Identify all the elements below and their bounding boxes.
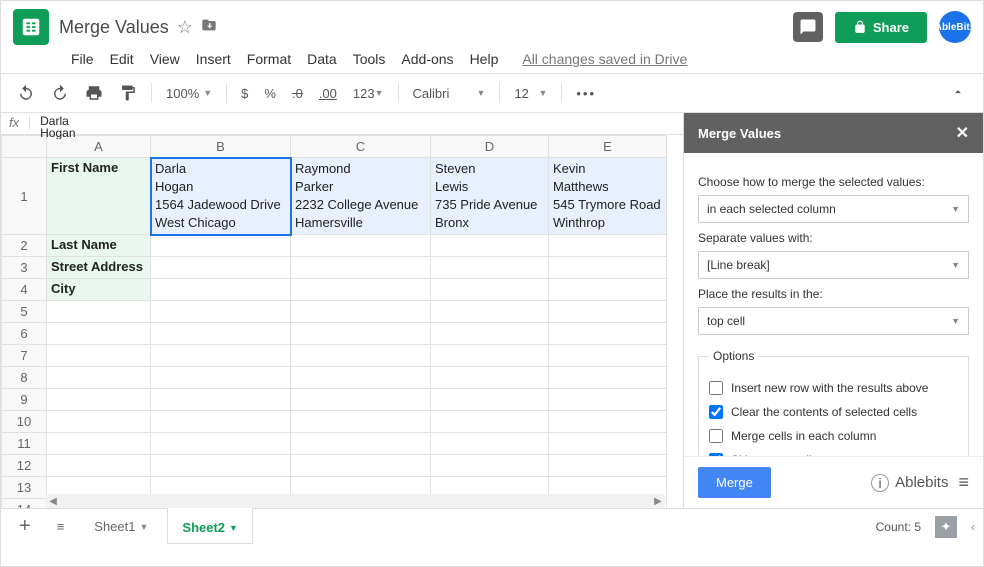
comments-button[interactable] [793,12,823,42]
format-percent[interactable]: % [258,82,282,105]
cell-b1[interactable]: Darla Hogan 1564 Jadewood Drive West Chi… [151,158,291,235]
cell-a4[interactable]: City [47,279,151,301]
format-currency[interactable]: $ [235,82,254,105]
sidebar-title: Merge Values [698,126,781,141]
opt-merge-cells[interactable]: Merge cells in each column [709,429,958,443]
sidebar-menu-icon[interactable]: ≡ [958,472,969,493]
menu-help[interactable]: Help [470,51,499,67]
cell-c3[interactable] [291,257,431,279]
merge-direction-select[interactable]: in each selected column▼ [698,195,969,223]
tab-sheet2[interactable]: Sheet2▼ [168,510,252,543]
menu-file[interactable]: File [71,51,94,67]
separator-select[interactable]: [Line break]▼ [698,251,969,279]
choose-label: Choose how to merge the selected values: [698,175,969,189]
scroll-left-icon[interactable]: ◀ [46,496,60,507]
formula-input[interactable]: Darla Hogan [40,115,75,139]
cell-e1[interactable]: Kevin Matthews 545 Trymore Road Winthrop [549,158,667,235]
paint-format-button[interactable] [113,80,143,106]
cell-c4[interactable] [291,279,431,301]
merge-values-sidebar: Merge Values ✕ Choose how to merge the s… [683,113,983,508]
merge-button[interactable]: Merge [698,467,771,498]
cell-d2[interactable] [431,235,549,257]
font-family-select[interactable]: Calibri▼ [407,84,492,103]
doc-title[interactable]: Merge Values [59,17,169,38]
col-header-e[interactable]: E [549,136,667,158]
col-header-d[interactable]: D [431,136,549,158]
close-icon[interactable]: ✕ [956,123,969,143]
redo-button[interactable] [45,80,75,106]
cell-a3[interactable]: Street Address [47,257,151,279]
collapse-toolbar-icon[interactable] [943,81,973,106]
menu-format[interactable]: Format [247,51,291,67]
row-header-1[interactable]: 1 [2,158,47,235]
cell-a1[interactable]: First Name [47,158,151,235]
zoom-select[interactable]: 100%▼ [160,84,218,103]
col-header-c[interactable]: C [291,136,431,158]
cell-d3[interactable] [431,257,549,279]
row-header-3[interactable]: 3 [2,257,47,279]
cell-c1[interactable]: Raymond Parker 2232 College Avenue Hamer… [291,158,431,235]
cell-a2[interactable]: Last Name [47,235,151,257]
spreadsheet-grid[interactable]: A B C D E 1 First Name Darla Hogan 1564 … [1,135,667,508]
move-to-folder-icon[interactable] [201,17,217,38]
row-header-4[interactable]: 4 [2,279,47,301]
cell-e2[interactable] [549,235,667,257]
horizontal-scrollbar[interactable]: ◀ ▶ [46,494,665,508]
chevron-left-icon[interactable]: ‹ [971,520,975,534]
more-formats[interactable]: 123▼ [347,82,390,105]
cell-e3[interactable] [549,257,667,279]
selection-count[interactable]: Count: 5 [876,520,921,534]
undo-button[interactable] [11,80,41,106]
menu-view[interactable]: View [150,51,180,67]
separator-label: Separate values with: [698,231,969,245]
add-sheet-button[interactable]: + [9,509,41,544]
toolbar: 100%▼ $ % .0 .00 123▼ Calibri▼ 12▼ ••• [1,73,983,113]
save-status[interactable]: All changes saved in Drive [522,51,687,67]
menu-insert[interactable]: Insert [196,51,231,67]
menu-edit[interactable]: Edit [110,51,134,67]
font-size-select[interactable]: 12▼ [508,84,553,103]
menu-bar: File Edit View Insert Format Data Tools … [1,49,983,73]
explore-button[interactable]: ✦ [935,516,957,538]
ablebits-brand: Ablebits [895,474,948,491]
share-label: Share [873,20,909,35]
cell-c2[interactable] [291,235,431,257]
help-icon[interactable]: i [871,474,889,492]
share-button[interactable]: Share [835,12,927,43]
scroll-right-icon[interactable]: ▶ [651,496,665,507]
place-label: Place the results in the: [698,287,969,301]
menu-data[interactable]: Data [307,51,337,67]
increase-decimal[interactable]: .00 [313,82,343,105]
cell-d1[interactable]: Steven Lewis 735 Pride Avenue Bronx [431,158,549,235]
opt-clear-contents[interactable]: Clear the contents of selected cells [709,405,958,419]
cell-d4[interactable] [431,279,549,301]
star-icon[interactable]: ☆ [177,17,193,38]
cell-b2[interactable] [151,235,291,257]
cell-b3[interactable] [151,257,291,279]
account-avatar[interactable]: AbleBits [939,11,971,43]
all-sheets-button[interactable]: ≡ [47,513,75,540]
decrease-decimal[interactable]: .0 [286,82,309,105]
tab-sheet1[interactable]: Sheet1▼ [80,511,162,542]
sheets-logo[interactable] [13,9,49,45]
more-toolbar-icon[interactable]: ••• [570,82,602,105]
row-header-2[interactable]: 2 [2,235,47,257]
print-button[interactable] [79,80,109,106]
col-header-b[interactable]: B [151,136,291,158]
fx-icon: fx [9,115,30,130]
cell-b4[interactable] [151,279,291,301]
place-select[interactable]: top cell▼ [698,307,969,335]
options-legend: Options [709,349,758,363]
menu-tools[interactable]: Tools [353,51,386,67]
opt-insert-row[interactable]: Insert new row with the results above [709,381,958,395]
menu-addons[interactable]: Add-ons [401,51,453,67]
cell-e4[interactable] [549,279,667,301]
